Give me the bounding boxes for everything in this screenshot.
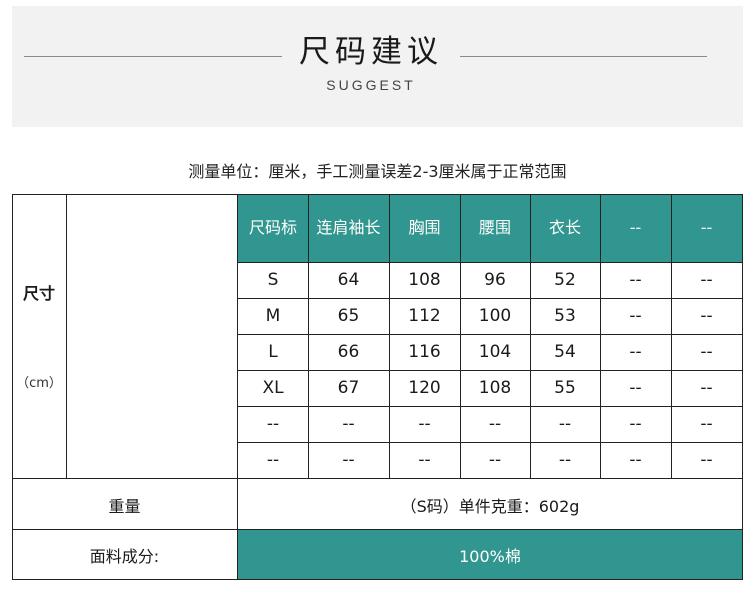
table-rule <box>742 194 743 580</box>
table-cell: XL <box>262 378 284 398</box>
table-rule <box>530 194 531 478</box>
table-cell: 108 <box>408 270 441 290</box>
table-cell: 53 <box>554 306 576 326</box>
fabric-value: 100%棉 <box>459 546 521 566</box>
column-header: 连肩袖长 <box>316 218 381 237</box>
table-rule <box>238 442 742 443</box>
table-rule <box>671 194 672 478</box>
table-cell: -- <box>629 414 642 434</box>
column-header: -- <box>700 218 713 237</box>
table-cell: -- <box>342 450 355 470</box>
table-rule <box>238 298 742 299</box>
table-rule <box>238 262 742 263</box>
table-cell: -- <box>266 450 280 470</box>
column-header: -- <box>629 218 642 237</box>
table-cell: 52 <box>554 270 576 290</box>
table-cell: -- <box>700 342 713 362</box>
column-header: 尺码标 <box>248 218 297 237</box>
table-rule <box>308 194 309 478</box>
table-cell: -- <box>700 270 713 290</box>
table-rule <box>389 194 390 478</box>
unit-label: （cm） <box>16 376 62 391</box>
table-cell: -- <box>700 450 713 470</box>
table-rule <box>12 478 742 479</box>
table-cell: 65 <box>337 306 360 326</box>
table-rule <box>600 194 601 478</box>
table-cell: -- <box>700 414 713 434</box>
table-cell: L <box>268 342 278 362</box>
column-header: 胸围 <box>408 218 441 237</box>
size-table: 尺寸 （cm） 重量 （S码）单件克重：602g 面料成分: 100%棉 尺码标… <box>0 0 755 594</box>
table-cell: M <box>265 306 281 326</box>
table-rule <box>12 529 742 530</box>
table-rule <box>238 370 742 371</box>
table-cell: -- <box>558 450 572 470</box>
table-cell: -- <box>488 450 502 470</box>
table-cell: 116 <box>408 342 441 362</box>
table-cell: -- <box>629 378 642 398</box>
table-rule <box>12 194 742 195</box>
table-cell: -- <box>629 450 642 470</box>
table-cell: -- <box>418 414 431 434</box>
table-cell: -- <box>342 414 355 434</box>
table-cell: 112 <box>408 306 441 326</box>
table-cell: -- <box>488 414 502 434</box>
table-rule <box>66 194 67 478</box>
column-header: 衣长 <box>548 218 581 237</box>
table-cell: 64 <box>337 270 360 290</box>
table-cell: 108 <box>478 378 512 398</box>
table-cell: -- <box>629 270 642 290</box>
weight-value: （S码）单件克重：602g <box>400 496 580 516</box>
size-side-label: 尺寸 <box>22 284 55 303</box>
table-cell: 54 <box>554 342 576 362</box>
table-rule <box>238 406 742 407</box>
table-cell: -- <box>700 378 713 398</box>
fabric-label: 面料成分: <box>89 546 160 566</box>
table-rule <box>460 194 461 478</box>
table-cell: -- <box>629 342 642 362</box>
table-cell: 96 <box>484 270 506 290</box>
table-rule <box>12 194 13 580</box>
table-cell: -- <box>418 450 431 470</box>
weight-label: 重量 <box>108 496 141 516</box>
table-rule <box>12 579 742 580</box>
table-cell: 104 <box>478 342 512 362</box>
table-cell: -- <box>266 414 280 434</box>
table-cell: 66 <box>337 342 360 362</box>
table-cell: 100 <box>478 306 512 326</box>
table-cell: 55 <box>554 378 576 398</box>
column-header: 腰围 <box>478 218 511 237</box>
table-cell: -- <box>629 306 642 326</box>
table-cell: -- <box>700 306 713 326</box>
table-rule <box>238 334 742 335</box>
table-cell: S <box>267 270 279 290</box>
table-cell: 120 <box>408 378 441 398</box>
table-rule <box>237 194 238 580</box>
table-cell: -- <box>558 414 572 434</box>
table-cell: 67 <box>337 378 360 398</box>
